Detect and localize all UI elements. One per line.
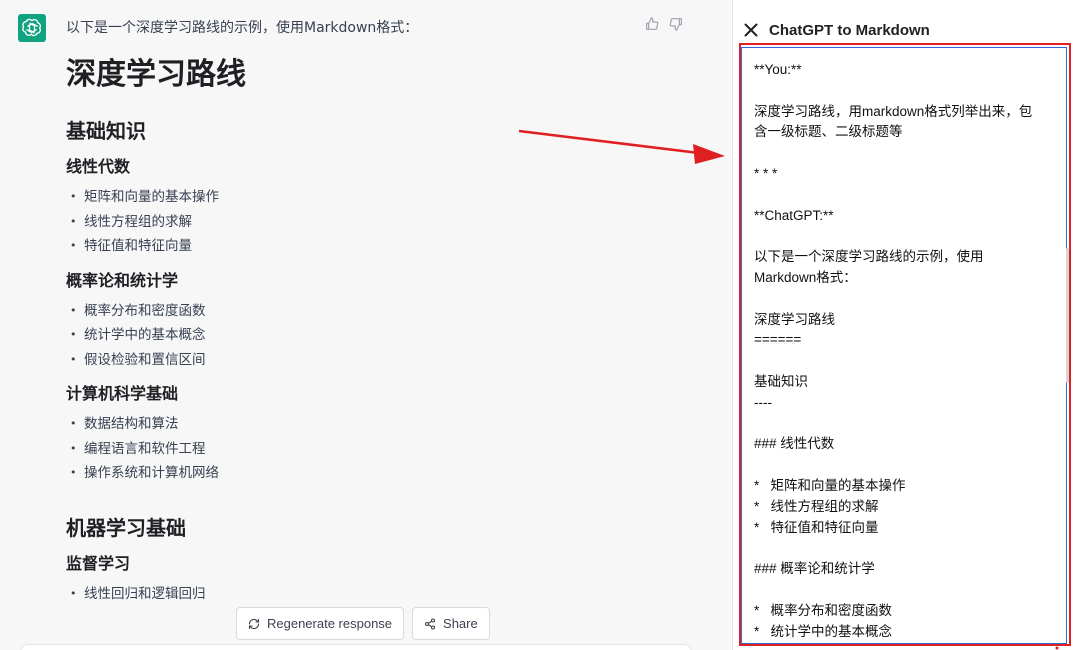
list-item: 编程语言和软件工程 (66, 437, 706, 462)
markdown-content: **You:** 深度学习路线，用markdown格式列举出来，包 含一级标题、二级… (742, 48, 1066, 642)
panel-header: ChatGPT to Markdown (743, 18, 930, 42)
markdown-line: 深度学习路线 (754, 311, 835, 327)
markdown-line: **You:** (754, 62, 802, 77)
markdown-line (754, 351, 1054, 372)
markdown-textarea[interactable]: **You:** 深度学习路线，用markdown格式列举出来，包 含一级标题、二级… (741, 47, 1067, 644)
list-item: 线性回归和逻辑回归 (66, 582, 706, 607)
markdown-line: Markdown格式： (754, 269, 857, 285)
subsection-heading: 监督学习 (66, 553, 131, 573)
markdown-line: * 矩阵和向量的基本操作 (754, 477, 906, 493)
markdown-line (754, 289, 1054, 310)
markdown-line: **ChatGPT:** (754, 207, 834, 223)
list-item: 概率分布和密度函数 (66, 299, 706, 324)
thumbs-down-button[interactable] (668, 16, 686, 34)
markdown-line (754, 226, 1054, 247)
bullet-list: 线性回归和逻辑回归 (66, 582, 706, 607)
markdown-line: 基础知识 (754, 373, 808, 389)
markdown-line: ====== (754, 332, 802, 348)
markdown-line: ### 线性代数 (754, 436, 835, 452)
subsection-heading: 概率论和统计学 (66, 270, 179, 290)
list-item: 数据结构和算法 (66, 412, 706, 437)
thumbs-up-icon (646, 17, 659, 30)
markdown-line: * * * (754, 165, 778, 181)
markdown-line (754, 455, 1054, 476)
refresh-icon (248, 618, 260, 629)
markdown-line (754, 81, 1054, 102)
panel-title: ChatGPT to Markdown (769, 21, 930, 39)
list-item: 操作系统和计算机网络 (66, 461, 706, 486)
close-icon (744, 23, 758, 37)
section-heading: 机器学习基础 (66, 515, 186, 540)
thumbs-down-icon (669, 18, 682, 31)
markdown-line: ### 概率论和统计学 (754, 561, 875, 577)
list-item: 矩阵和向量的基本操作 (66, 185, 706, 210)
share-label: Share (443, 616, 478, 631)
subsection-heading: 计算机科学基础 (66, 384, 179, 403)
resize-handle-icon[interactable] (1047, 640, 1059, 650)
list-item: 假设检验和置信区间 (66, 348, 706, 373)
bullet-list: 概率分布和密度函数 统计学中的基本概念 假设检验和置信区间 (66, 299, 706, 373)
markdown-line: * 概率分布和密度函数 (754, 602, 893, 618)
share-icon (424, 617, 436, 630)
thumbs-up-button[interactable] (644, 16, 662, 34)
regenerate-response-button[interactable]: Regenerate response (236, 607, 405, 640)
markdown-line (754, 538, 1054, 559)
markdown-line: 以下是一个深度学习路线的示例，使用 (754, 249, 984, 265)
bullet-list: 数据结构和算法 编程语言和软件工程 操作系统和计算机网络 (66, 412, 706, 486)
chat-panel: 以下是一个深度学习路线的示例，使用Markdown格式： 深度学习路线 基础知识… (0, 0, 732, 650)
markdown-line: ---- (754, 394, 772, 410)
markdown-line (754, 414, 1054, 435)
regenerate-label: Regenerate response (267, 616, 393, 631)
markdown-line (754, 185, 1054, 206)
markdown-export-panel: ChatGPT to Markdown **You:** 深度学习路线，用mark… (732, 0, 1080, 650)
markdown-line: 含一级标题、二级标题等 (754, 124, 903, 140)
markdown-line: * 特征值和特征向量 (754, 519, 879, 535)
scrollbar-thumb[interactable] (1066, 248, 1069, 383)
list-item: 线性方程组的求解 (66, 210, 706, 235)
share-button[interactable]: Share (412, 607, 490, 640)
list-item: 统计学中的基本概念 (66, 323, 706, 348)
markdown-line (754, 580, 1054, 601)
markdown-line (754, 143, 1054, 164)
assistant-avatar (18, 14, 46, 42)
response-title: 深度学习路线 (66, 57, 246, 92)
annotation-arrow-icon (518, 129, 725, 164)
response-intro: 以下是一个深度学习路线的示例，使用Markdown格式： (66, 20, 419, 36)
bullet-list: 矩阵和向量的基本操作 线性方程组的求解 特征值和特征向量 (66, 185, 706, 259)
markdown-line: * 线性方程组的求解 (754, 498, 879, 514)
list-item: 特征值和特征向量 (66, 234, 706, 259)
response-actions: Regenerate response Share (236, 607, 490, 640)
close-panel-button[interactable] (743, 22, 759, 38)
markdown-line: 深度学习路线，用markdown格式列举出来，包 (754, 103, 1033, 119)
message-input[interactable] (20, 644, 692, 650)
openai-logo-icon (22, 18, 41, 37)
markdown-line: * 统计学中的基本概念 (754, 623, 893, 639)
